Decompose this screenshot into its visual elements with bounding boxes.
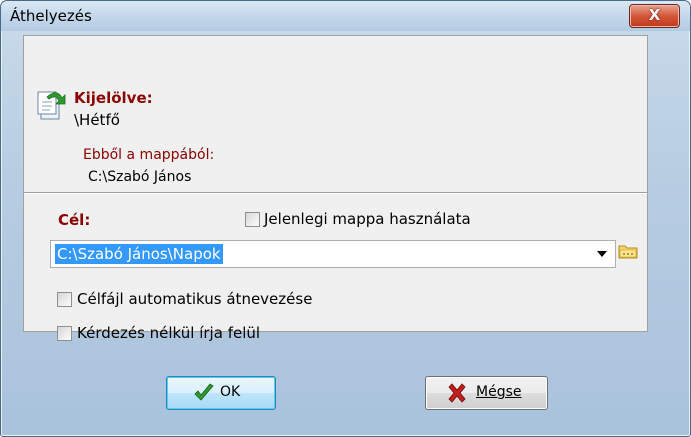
selected-value: \Hétfő — [74, 111, 120, 129]
auto-rename-checkbox[interactable] — [57, 292, 72, 307]
use-current-folder-label: Jelenlegi mappa használata — [264, 210, 471, 228]
ok-button[interactable]: OK — [166, 376, 276, 410]
use-current-folder-checkbox[interactable] — [245, 212, 260, 227]
target-path-combobox[interactable]: C:\Szabó János\Napok — [50, 240, 616, 268]
window-title: Áthelyezés — [10, 7, 92, 25]
dropdown-arrow-icon[interactable] — [597, 251, 607, 257]
check-icon — [194, 383, 214, 401]
options-group: Kijelölve: \Hétfő Ebből a mappából: C:\S… — [23, 35, 648, 332]
overwrite-label: Kérdezés nélkül írja felül — [77, 324, 261, 342]
cancel-label: Mégse — [476, 384, 522, 400]
close-button[interactable]: X — [629, 4, 680, 28]
overwrite-checkbox[interactable] — [57, 326, 72, 341]
from-folder-label: Ebből a mappából: — [83, 147, 215, 163]
target-label: Cél: — [58, 211, 91, 229]
from-folder-value: C:\Szabó János — [88, 169, 192, 185]
close-icon: X — [648, 6, 661, 24]
auto-rename-label: Célfájl automatikus átnevezése — [77, 290, 313, 308]
target-path-value[interactable]: C:\Szabó János\Napok — [55, 244, 223, 264]
x-icon — [448, 383, 466, 403]
group-divider — [24, 192, 647, 194]
selected-label: Kijelölve: — [74, 89, 153, 107]
folder-icon[interactable] — [618, 243, 638, 259]
ok-label: OK — [220, 384, 241, 400]
move-file-icon — [37, 91, 66, 120]
cancel-button[interactable]: Mégse — [425, 376, 548, 410]
title-bar[interactable]: Áthelyezés X — [1, 1, 690, 31]
